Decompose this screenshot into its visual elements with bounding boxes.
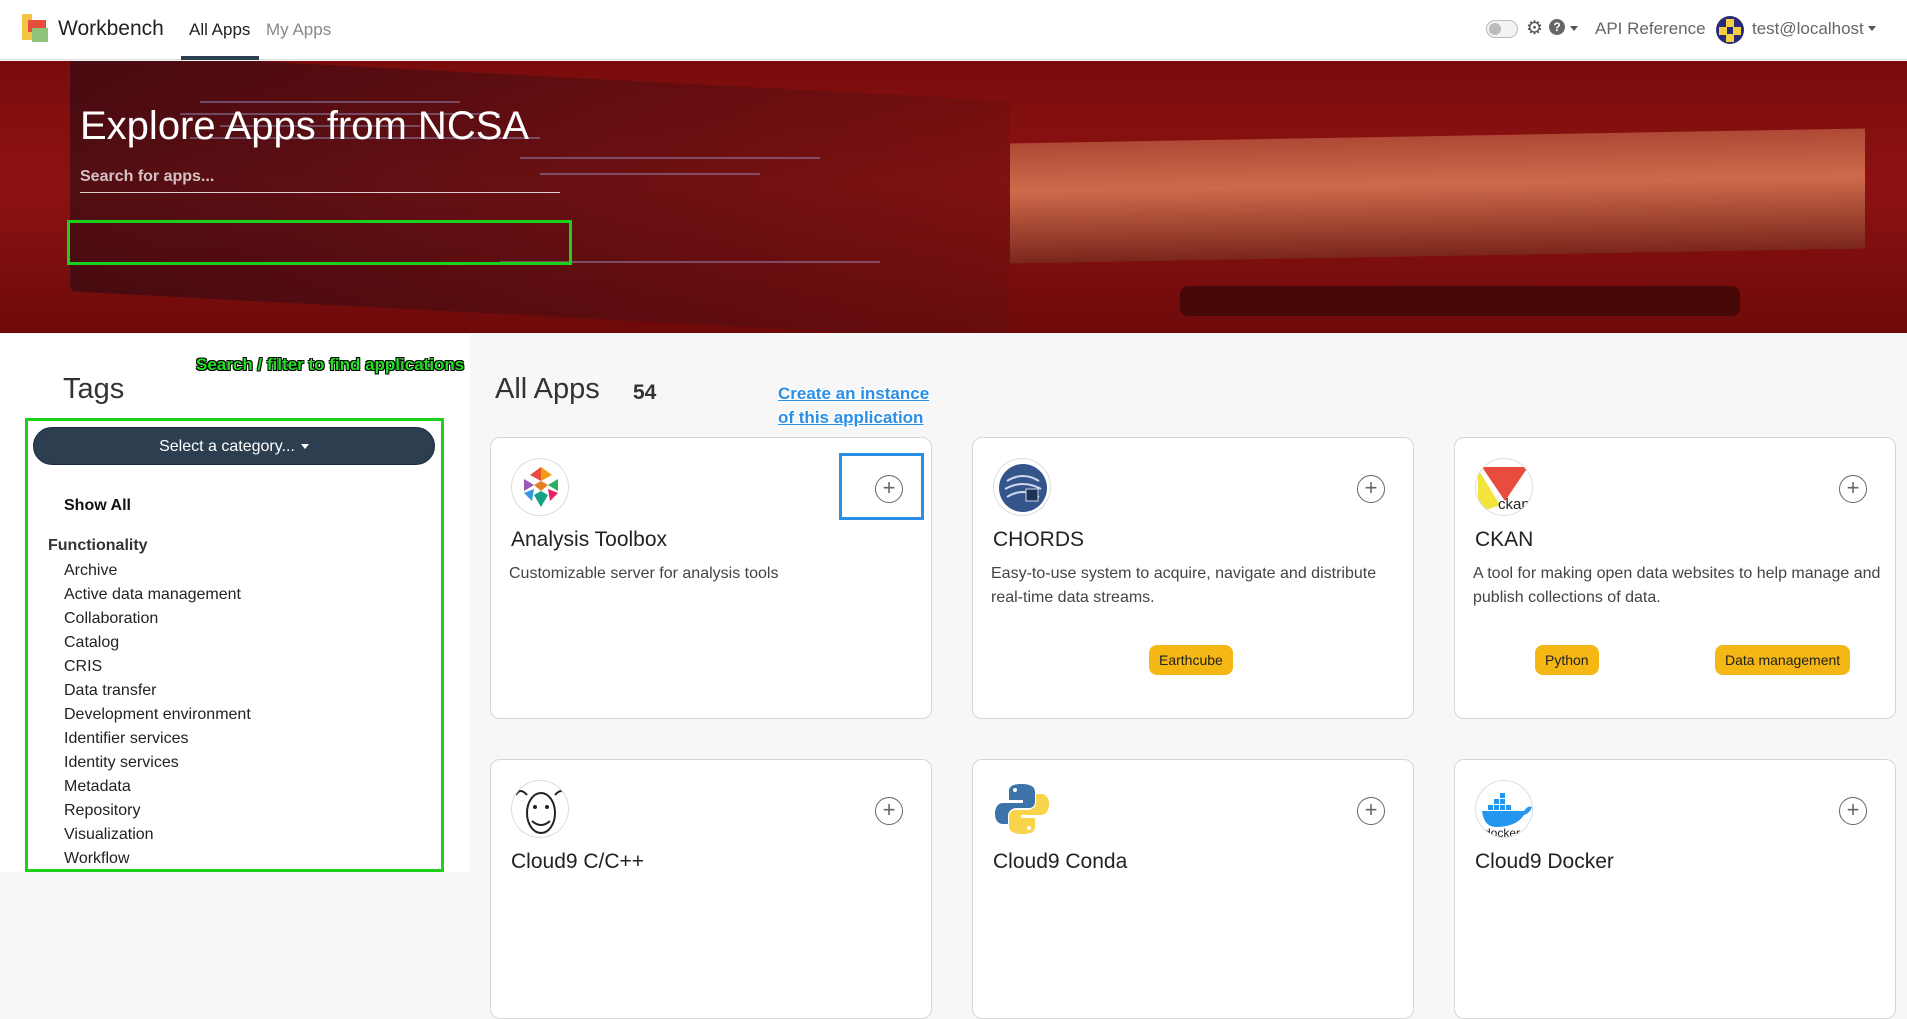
app-count-badge: 54 [633,381,657,404]
tag-badge[interactable]: Data management [1715,645,1851,675]
app-name: CKAN [1475,528,1534,551]
tag-item-identity-services[interactable]: Identity services [64,752,251,776]
hero-background-landscape [1010,128,1865,264]
search-input[interactable] [80,161,560,192]
create-instance-button[interactable]: + [875,797,903,825]
app-description: Easy-to-use system to acquire, navigate … [991,565,1377,606]
chevron-down-icon[interactable] [1868,26,1876,31]
gnu-logo-icon [511,780,569,838]
chevron-down-icon[interactable] [1570,26,1578,31]
tags-title: Tags [63,373,125,405]
brand[interactable]: Workbench [20,14,164,44]
category-select[interactable]: Select a category... [33,427,435,465]
tag-item-data-transfer[interactable]: Data transfer [64,680,251,704]
user-menu[interactable]: test@localhost [1752,19,1864,39]
page-title: All Apps [495,373,600,405]
app-card-chords[interactable]: + CHORDS Easy-to-use system to acquire, … [972,437,1414,719]
gear-icon[interactable]: ⚙ [1526,17,1543,40]
app-name: Cloud9 Conda [993,850,1128,873]
create-instance-annotation: Create an instance of this application [778,382,929,430]
chords-logo-icon [993,458,1051,516]
app-card-cloud9-docker[interactable]: docker + Cloud9 Docker [1454,759,1896,1019]
workbench-logo-icon [20,14,50,44]
api-reference-link[interactable]: API Reference [1595,19,1706,39]
chevron-down-icon [300,444,309,450]
show-all-link[interactable]: Show All [64,497,131,515]
tag-item-active-data-management[interactable]: Active data management [64,584,251,608]
create-instance-button[interactable]: + [1357,475,1385,503]
tab-my-apps[interactable]: My Apps [266,20,331,40]
python-logo-icon [993,780,1051,838]
tag-list: Archive Active data management Collabora… [64,560,251,872]
app-card-ckan[interactable]: ckan + CKAN A tool for making open data … [1454,437,1896,719]
tag-group-heading: Functionality [48,537,148,554]
category-select-label: Select a category... [159,438,295,455]
filter-annotation: Search / filter to find applications [196,355,465,374]
brand-name: Workbench [58,17,164,40]
hero-title: Explore Apps from NCSA [80,104,530,148]
tag-item-metadata[interactable]: Metadata [64,776,251,800]
tag-item-workflow[interactable]: Workflow [64,848,251,872]
tag-badge[interactable]: Python [1535,645,1599,675]
docker-logo-text: docker [1484,826,1520,838]
app-description: Customizable server for analysis tools [509,565,779,582]
app-name: CHORDS [993,528,1085,551]
search-highlight-box [67,220,572,265]
create-annotation-line-1: Create an instance [778,384,930,403]
docker-logo-icon: docker [1475,780,1533,838]
app-description: A tool for making open data websites to … [1473,565,1881,606]
tag-item-development-environment[interactable]: Development environment [64,704,251,728]
create-instance-button[interactable]: + [1839,475,1867,503]
create-instance-button[interactable]: + [1839,797,1867,825]
app-name: Cloud9 Docker [1475,850,1614,873]
tag-item-identifier-services[interactable]: Identifier services [64,728,251,752]
theme-toggle[interactable] [1486,20,1518,38]
create-highlight-box [839,453,924,520]
tag-item-collaboration[interactable]: Collaboration [64,608,251,632]
hero-background-keyboard [1180,286,1740,316]
create-instance-button[interactable]: + [1357,797,1385,825]
ckan-logo-text: ckan [1498,496,1530,513]
hero-banner [0,61,1907,333]
analysis-toolbox-logo-icon [511,458,569,516]
top-navbar: Workbench All Apps My Apps ⚙ ? API Refer… [0,0,1907,60]
help-icon[interactable]: ? [1549,19,1565,35]
active-tab-indicator [181,56,259,60]
tag-badge[interactable]: Earthcube [1149,645,1233,675]
app-name: Analysis Toolbox [511,528,668,551]
avatar[interactable] [1716,16,1744,44]
create-annotation-line-2: of this application [778,408,924,427]
ckan-logo-icon: ckan [1475,458,1533,516]
tag-item-repository[interactable]: Repository [64,800,251,824]
tag-item-visualization[interactable]: Visualization [64,824,251,848]
app-card-cloud9-conda[interactable]: + Cloud9 Conda [972,759,1414,1019]
app-name: Cloud9 C/C++ [511,850,645,873]
tag-item-catalog[interactable]: Catalog [64,632,251,656]
tab-all-apps[interactable]: All Apps [189,20,250,40]
tag-item-cris[interactable]: CRIS [64,656,251,680]
search-container [80,161,560,193]
app-card-cloud9-cpp[interactable]: + Cloud9 C/C++ [490,759,932,1019]
tag-item-archive[interactable]: Archive [64,560,251,584]
